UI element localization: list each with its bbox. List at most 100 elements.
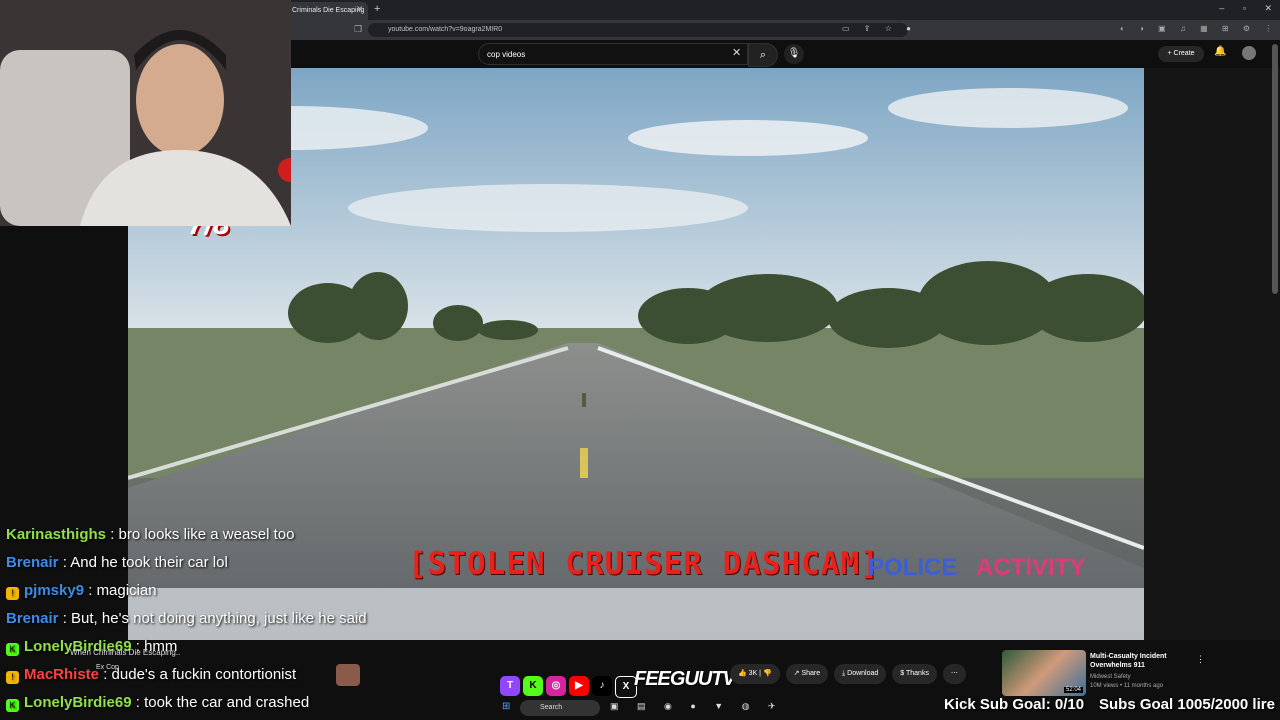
search-value: cop videos: [487, 50, 526, 59]
avatar[interactable]: [1242, 46, 1256, 60]
recommended-title: Multi-Casualty Incident Overwhelms 911: [1090, 653, 1167, 669]
cloud: [888, 88, 1128, 128]
clear-search-icon[interactable]: ✕: [732, 46, 741, 59]
url-text: youtube.com/watch?v=9oagra2MIR0: [388, 26, 503, 33]
more-icon: ⋯: [950, 670, 958, 677]
chat-text: And he took their car lol: [70, 554, 228, 571]
thanks-icon: $: [900, 670, 905, 677]
taskbar-app-icons[interactable]: ▣ ▤ ◉ ● ▼ ◍ ✈: [610, 701, 784, 712]
taskbar-search-text: Search: [540, 704, 563, 711]
cloud: [348, 184, 748, 232]
download-icon: ⤓: [842, 670, 846, 677]
recommended-meta: 10M views • 11 months ago: [1090, 683, 1164, 689]
more-button[interactable]: ⋯: [942, 664, 966, 684]
url-input[interactable]: youtube.com/watch?v=9oagra2MIR0: [368, 23, 908, 37]
like-count: 3K: [748, 670, 758, 677]
twitch-icon: T: [500, 676, 520, 696]
chat-badge-icon: K: [6, 699, 19, 712]
mini-popup-title: When Criminals Die Escaping..: [70, 648, 181, 657]
address-action-icons[interactable]: ▭ ⇪ ☆ ●: [842, 24, 917, 33]
chat-emote: [336, 664, 360, 686]
chat-username[interactable]: Brenair: [6, 554, 59, 571]
like-button[interactable]: 👍 3K | 👎: [730, 664, 780, 684]
chat-separator: :: [58, 554, 71, 571]
tab-title: Criminals Die Escaping: [292, 7, 365, 14]
chat-separator: :: [106, 526, 119, 543]
webcam-overlay: [0, 0, 291, 226]
mic-button[interactable]: 🎙: [784, 44, 804, 64]
kick-sub-goal: Kick Sub Goal: 0/10: [944, 696, 1085, 713]
close-icon[interactable]: ✕: [356, 4, 364, 15]
subs-goal: Subs Goal 1005/2000 lire: [1099, 696, 1275, 713]
chat-username[interactable]: pjmsky9: [24, 582, 84, 599]
chat-message: ! pjmsky9 : magician: [6, 580, 446, 608]
thumbs-up-icon: 👍: [738, 670, 747, 677]
instagram-icon: ◎: [546, 676, 566, 696]
thumbs-down-icon: 👎: [762, 670, 772, 677]
notifications-icon[interactable]: 🔔: [1214, 46, 1226, 57]
center-dash: [580, 448, 588, 478]
chat-username[interactable]: Karinasthighs: [6, 526, 106, 543]
start-icon[interactable]: ⊞: [502, 701, 510, 712]
chat-text: took the car and crashed: [144, 694, 310, 711]
chat-message: Brenair : And he took their car lol: [6, 552, 446, 580]
chat-message: K LonelyBirdie69 : took the car and crash…: [6, 692, 446, 720]
recommended-channel: Midwest Safety: [1090, 674, 1131, 680]
brand-logo: FEEGUUTV: [634, 668, 736, 690]
share-icon: ↗: [793, 670, 800, 677]
tiktok-icon: ♪: [592, 676, 612, 696]
scrollbar[interactable]: [1272, 44, 1278, 294]
close-window-icon[interactable]: ✕: [1264, 3, 1272, 13]
create-button[interactable]: + Create: [1158, 46, 1204, 62]
create-label: Create: [1173, 50, 1195, 57]
minimize-icon[interactable]: –: [1219, 3, 1224, 13]
video-actions: 👍 3K | 👎 ↗ Share ⤓ Download $ Thanks ⋯: [730, 664, 970, 684]
kick-icon: K: [523, 676, 543, 696]
taskbar-search[interactable]: Search: [520, 700, 600, 716]
share-button[interactable]: ↗ Share: [785, 664, 829, 684]
chat-username[interactable]: LonelyBirdie69: [24, 694, 132, 711]
face: [136, 44, 224, 156]
mini-popup-channel: Ex Cop: [96, 664, 119, 671]
chat-separator: :: [131, 694, 145, 711]
chat-badge-icon: K: [6, 643, 19, 656]
window-controls: – ▫ ✕: [1203, 3, 1272, 14]
download-label: Download: [847, 670, 879, 677]
mic-icon: 🎙: [787, 48, 801, 59]
chat-message: Brenair : But, he's not doing anything, …: [6, 608, 446, 636]
chat-username[interactable]: Brenair: [6, 610, 59, 627]
search-button[interactable]: ⌕: [748, 43, 778, 67]
maximize-icon[interactable]: ▫: [1243, 3, 1246, 13]
overlay-brand-police: POLICE: [868, 554, 958, 581]
overlay-title: [STOLEN CRUISER DASHCAM]: [408, 546, 880, 582]
chat-separator: :: [58, 610, 72, 627]
chat-text: dude's a fuckin contortionist: [111, 666, 297, 683]
search-icon: ⌕: [759, 49, 767, 61]
search-input[interactable]: cop videos: [478, 43, 748, 65]
chat-text: But, he's not doing anything, just like …: [71, 610, 367, 627]
os-taskbar: ⊞ Search ▣ ▤ ◉ ● ▼ ◍ ✈: [490, 698, 790, 718]
stream-chat: Karinasthighs : bro looks like a weasel …: [6, 524, 446, 720]
share-label: Share: [801, 670, 821, 677]
youtube-icon: ▶: [569, 676, 589, 696]
video-duration: 52:04: [1064, 687, 1084, 693]
thanks-label: Thanks: [905, 670, 929, 677]
chat-text: magician: [96, 582, 157, 599]
chat-username[interactable]: MacRhiste: [24, 666, 99, 683]
thanks-button[interactable]: $ Thanks: [892, 664, 937, 684]
chat-message: ! MacRhiste : dude's a fuckin contortioni…: [6, 664, 446, 692]
download-button[interactable]: ⤓ Download: [834, 664, 887, 684]
page-gutter: [1144, 68, 1280, 640]
chat-separator: :: [84, 582, 97, 599]
chat-badge-icon: !: [6, 587, 19, 600]
new-tab-icon[interactable]: +: [374, 3, 380, 15]
chat-badge-icon: !: [6, 671, 19, 684]
extension-icons[interactable]: ◐ ◑ ▣ ♫ ▦ ⊞ ⚙ ⋮: [1120, 24, 1278, 33]
center-dash: [582, 393, 586, 407]
overlay-brand-activity: ACTIVITY: [976, 554, 1086, 581]
bookmark-icon[interactable]: ❐: [354, 24, 362, 35]
chat-message: Karinasthighs : bro looks like a weasel …: [6, 524, 446, 552]
recommended-video[interactable]: 52:04 Multi-Casualty Incident Overwhelms…: [1002, 650, 1202, 696]
chat-text: bro looks like a weasel too: [118, 526, 295, 543]
kebab-menu-icon[interactable]: ⋮: [1196, 654, 1205, 665]
